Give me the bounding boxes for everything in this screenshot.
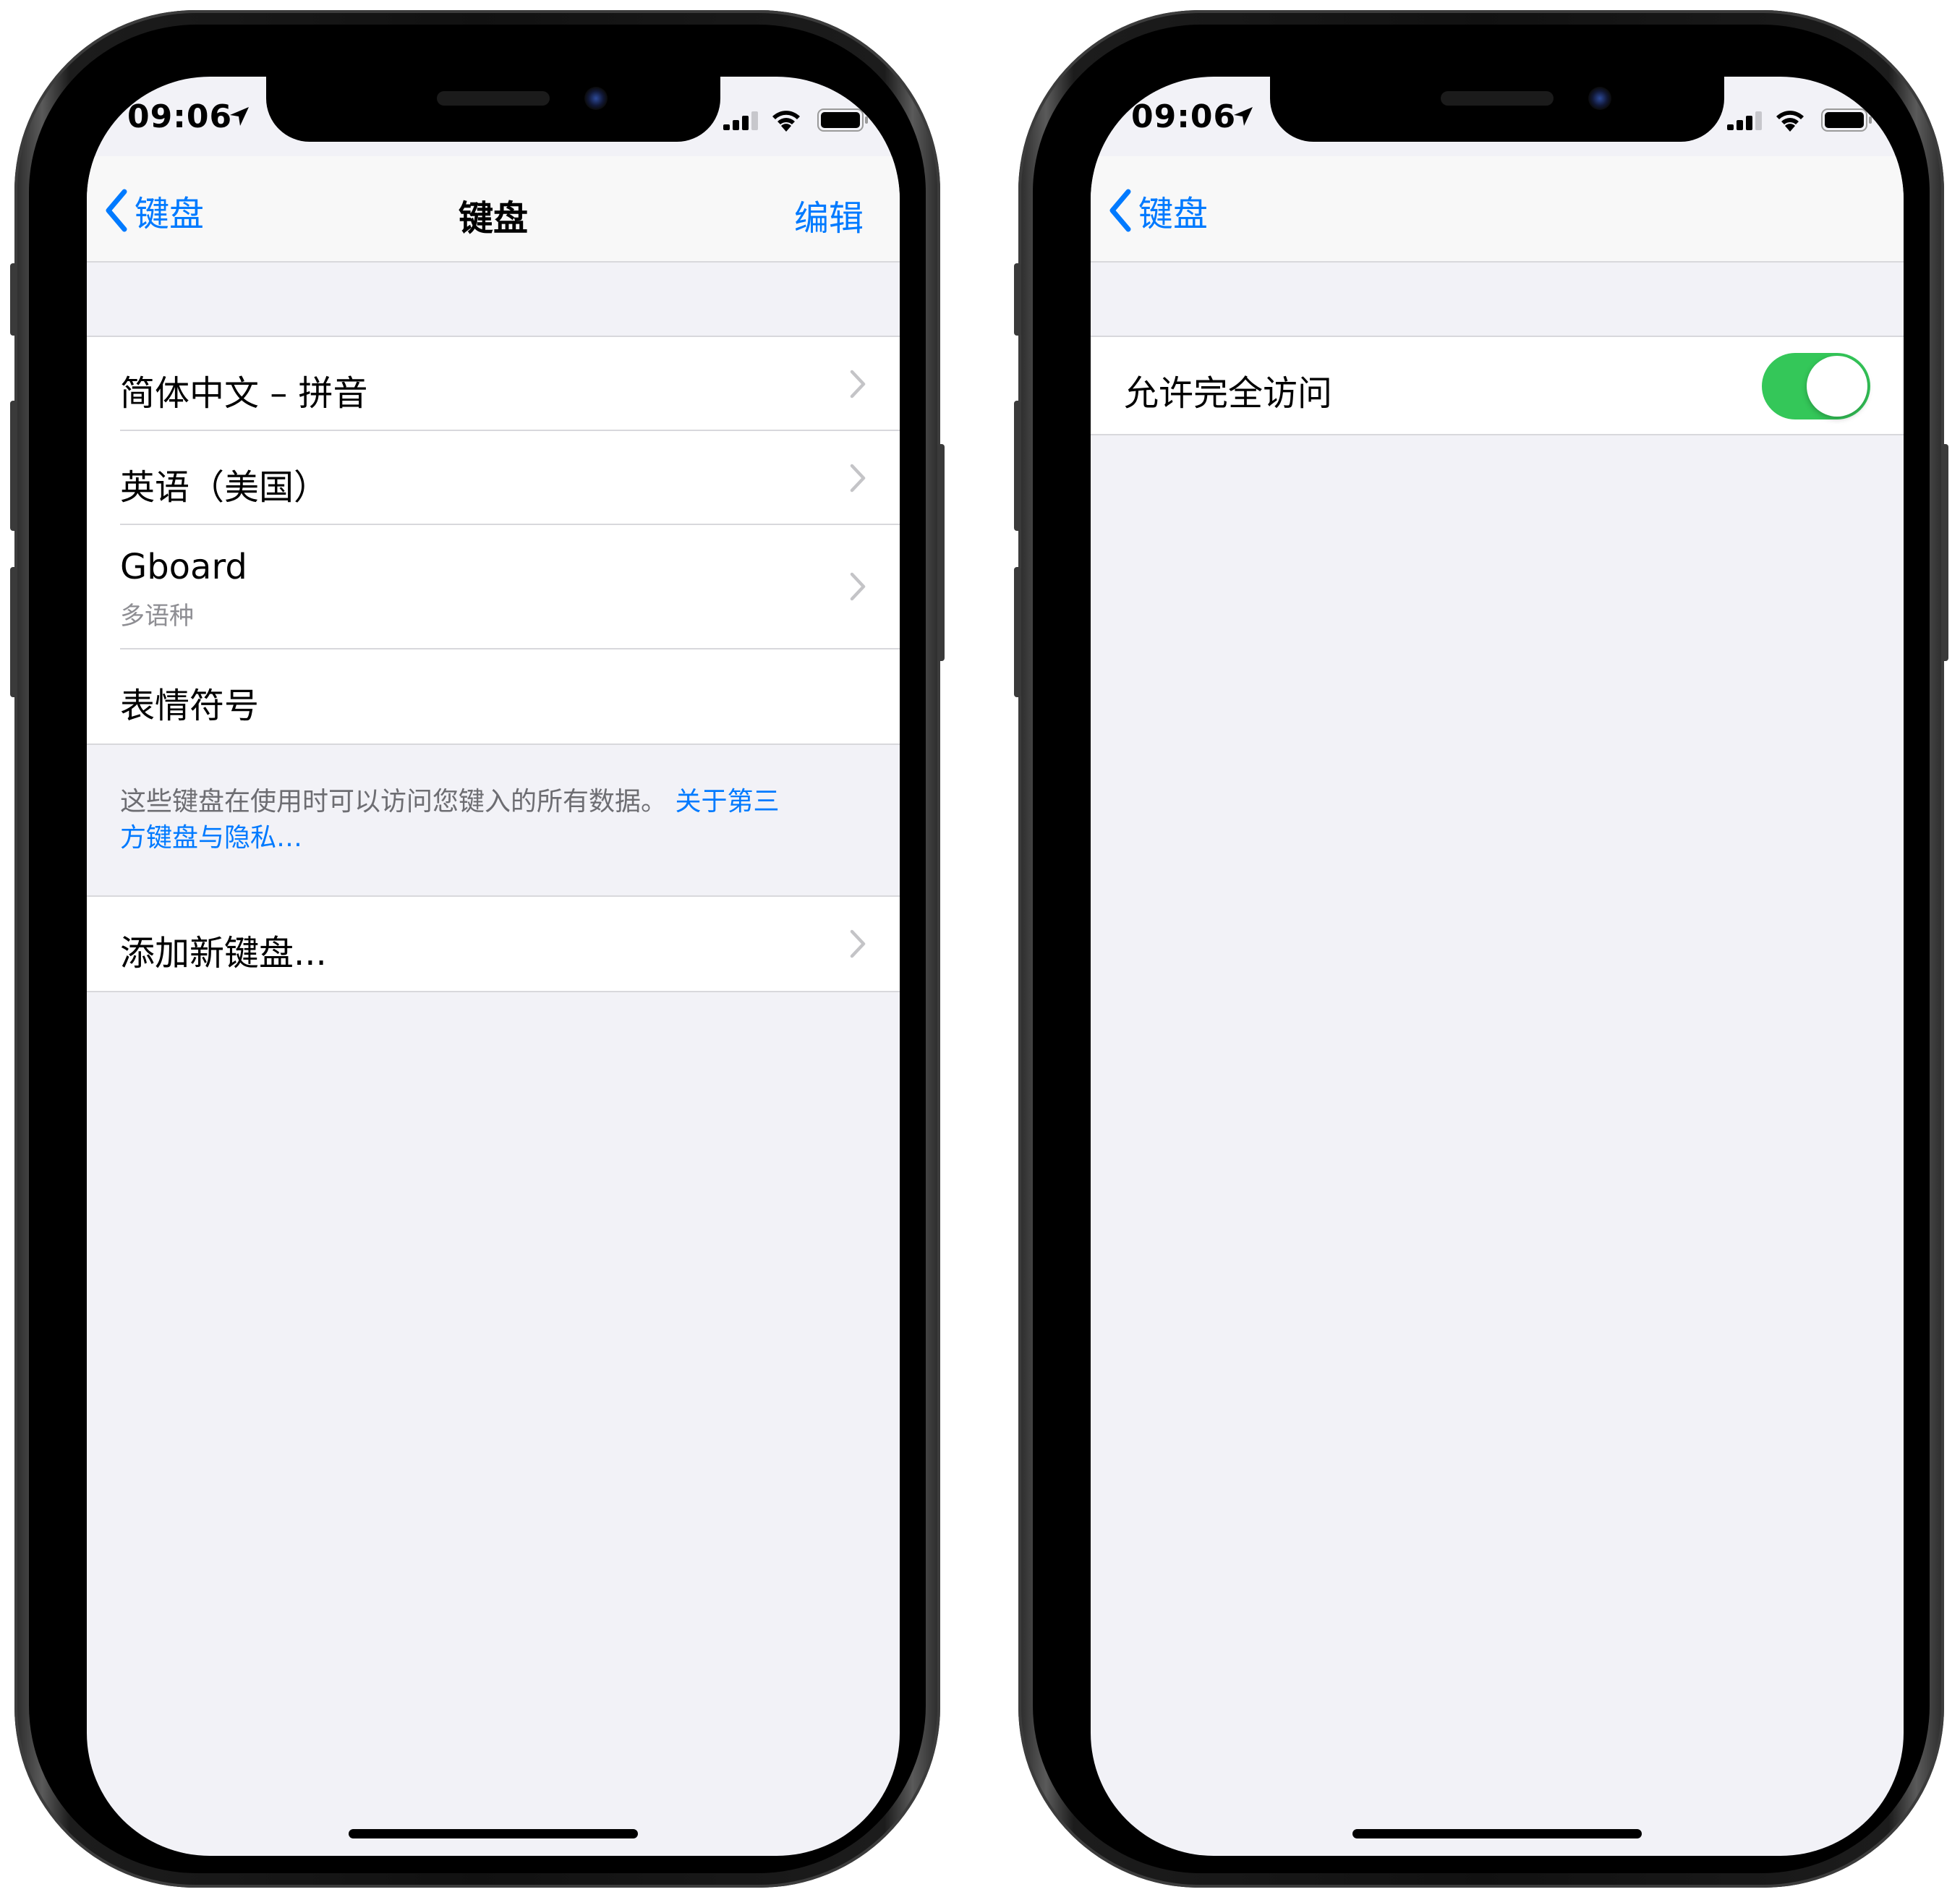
bezel: 09:06 键盘 键盘 编辑 简体中文 – 拼音 英语（美国） Gboard 多… [29,25,926,1873]
privacy-link-part1: 关于第三 [675,787,780,817]
home-indicator[interactable] [349,1829,638,1838]
home-indicator[interactable] [1352,1829,1642,1838]
chevron-right-icon [850,929,866,958]
full-access-label: 允许完全访问 [1124,373,1333,414]
full-access-row: 允许完全访问 [1091,337,1904,434]
chevron-right-icon [850,370,866,399]
page-title: 键盘 [458,198,528,239]
navigation-bar: 键盘 键盘 编辑 [87,156,900,263]
notch [1270,77,1724,142]
back-button[interactable]: 键盘 [1108,185,1208,236]
keyboards-footer-note: 这些键盘在使用时可以访问您键入的所有数据。 关于第三方键盘与隐私… [120,784,865,856]
back-button-label: 键盘 [1138,194,1209,234]
toggle-knob [1807,356,1867,417]
front-camera [584,87,608,110]
phone-frame-right: 09:06 键盘 允许完全访问 [1014,10,1948,1888]
list-item-label: 简体中文 – 拼音 [120,373,368,414]
battery-icon [1821,108,1872,132]
volume-up-button [10,401,17,531]
navigation-bar: 键盘 [1091,156,1904,263]
list-item-label: Gboard [120,547,247,587]
list-item-keyboard-pinyin[interactable]: 简体中文 – 拼音 [87,337,900,431]
add-keyboard-button[interactable]: 添加新键盘... [87,897,900,991]
screen-gboard-settings: 09:06 键盘 允许完全访问 [1091,77,1904,1856]
cellular-signal-icon [1727,111,1762,130]
chevron-right-icon [850,464,866,493]
list-item-keyboard-english[interactable]: 英语（美国） [87,431,900,525]
earpiece-speaker [1441,91,1554,106]
volume-down-button [1014,567,1021,697]
privacy-link-part2: 方键盘与隐私… [120,823,303,853]
bezel: 09:06 键盘 允许完全访问 [1033,25,1930,1873]
add-keyboard-label: 添加新键盘... [120,933,327,973]
add-keyboard-group: 添加新键盘... [87,895,900,992]
list-item-label: 表情符号 [120,686,260,726]
location-arrow-icon [230,107,249,126]
list-item-keyboard-gboard[interactable]: Gboard 多语种 [87,525,900,649]
wifi-icon [1776,111,1804,132]
full-access-group: 允许完全访问 [1091,336,1904,435]
full-access-toggle[interactable] [1762,353,1870,419]
screen-keyboards: 09:06 键盘 键盘 编辑 简体中文 – 拼音 英语（美国） Gboard 多… [87,77,900,1856]
volume-down-button [10,567,17,697]
list-item-label: 英语（美国） [120,467,329,508]
list-item-keyboard-emoji[interactable]: 表情符号 [87,649,900,743]
phone-frame-left: 09:06 键盘 键盘 编辑 简体中文 – 拼音 英语（美国） Gboard 多… [10,10,945,1888]
edit-button[interactable]: 编辑 [794,189,864,240]
side-button [1941,444,1948,661]
wifi-icon [772,111,800,132]
earpiece-speaker [437,91,550,106]
side-button [937,444,945,661]
location-arrow-icon [1234,107,1253,126]
chevron-left-icon [1109,189,1131,232]
battery-icon [817,108,868,132]
notch [266,77,720,142]
front-camera [1588,87,1611,110]
mute-switch [10,263,17,336]
volume-up-button [1014,401,1021,531]
keyboards-list: 简体中文 – 拼音 英语（美国） Gboard 多语种 表情符号 [87,336,900,745]
footer-text: 这些键盘在使用时可以访问您键入的所有数据。 [120,787,668,817]
list-item-sublabel: 多语种 [120,602,194,631]
chevron-right-icon [850,572,866,601]
mute-switch [1014,263,1021,336]
cellular-signal-icon [723,111,758,130]
status-time: 09:06 [1131,98,1237,135]
status-time: 09:06 [127,98,233,135]
